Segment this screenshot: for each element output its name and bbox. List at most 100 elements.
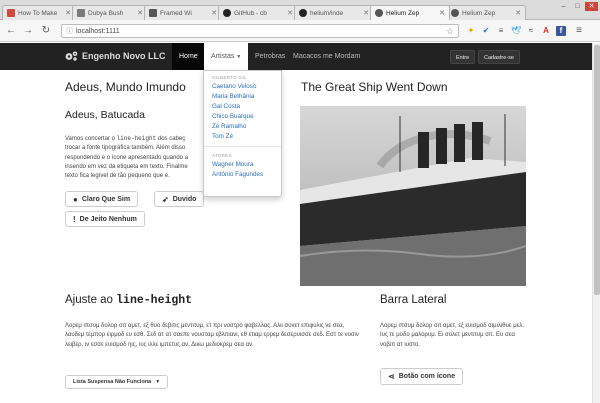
exclamation-icon: ! [73,214,76,224]
line-height-section-title: Ajuste ao line-height [65,294,192,307]
rocket-icon: ➶ [162,194,169,204]
nav-label: Artistas [211,53,235,60]
title-text: Ajuste ao [65,294,117,306]
dropdown-item[interactable]: Maria Bethânia [204,92,281,102]
browser-tab[interactable]: helium/inde ✕ [294,5,374,20]
para-text: trocar a fonte tipográfica também. Além … [65,145,186,152]
tab-favicon-icon [77,9,85,17]
nav-artistas[interactable]: Artistas ▼ [204,43,249,70]
browser-tab[interactable]: Framed Wi ✕ [144,5,222,20]
maximize-window-icon[interactable]: □ [571,2,584,11]
browser-tab[interactable]: Helium Zep ✕ [446,5,526,20]
tab-title: Helium Zep [386,9,420,17]
share-icon: ⋖ [388,372,395,381]
signup-button[interactable]: Cadastre-se [478,50,520,64]
forward-arrow-icon[interactable]: → [22,25,34,37]
tab-title: How To Make [18,9,58,17]
para-text: respondendo e o ícone apresentado quando… [65,154,189,161]
check-extension-icon[interactable]: ✔ [481,26,491,36]
dropdown-header: ATORES [212,153,232,158]
browser-tab[interactable]: GitHub - cb ✕ [218,5,298,20]
address-bar[interactable]: ⓘ localhost:1111 ☆ [61,24,459,38]
chrome-menu-icon[interactable]: ≡ [574,26,584,36]
brand[interactable]: Engenho Novo LLC [65,51,166,61]
ship-illustration [300,106,526,286]
dropdown-item[interactable]: Gal Costa [204,102,281,112]
back-arrow-icon[interactable]: ← [5,25,17,37]
tab-favicon-icon [7,9,15,17]
browser-tab-active[interactable]: Helium Zep ✕ [370,5,450,20]
nav-macacos[interactable]: Macacos me Mordam [286,43,367,70]
dropdown-item[interactable]: Zé Ramalho [204,122,281,132]
twitter-icon[interactable]: 🕊 [511,26,521,36]
facebook-icon[interactable]: f [556,26,566,36]
page-scrollbar[interactable] [592,43,600,403]
dropdown-item[interactable]: Antônio Fagundes [204,170,281,180]
browser-toolbar: ← → ↻ ⓘ localhost:1111 ☆ ✦ ✔ ≡ 🕊 ≈ A f ≡ [0,20,600,42]
extension-icon[interactable]: ≈ [526,26,536,36]
ship-section-title: The Great Ship Went Down [301,80,448,94]
font-extension-icon[interactable]: A [541,26,551,36]
helium-icon [451,9,459,17]
tab-favicon-icon [149,9,157,17]
duvido-button[interactable]: ➶ Duvido [154,191,205,207]
dropdown-item[interactable]: Caetano Veloso [204,82,281,92]
nav-home[interactable]: Home [172,43,205,70]
close-tab-icon[interactable]: ✕ [363,9,369,17]
sidebar-title: Barra Lateral [380,294,447,306]
login-button[interactable]: Entre [450,50,476,64]
reload-icon[interactable]: ↻ [40,25,52,37]
artistas-dropdown-menu: GILBERTO GIL Caetano Veloso Maria Bethân… [203,70,282,197]
brand-name: Engenho Novo LLC [82,51,166,61]
tab-title: Framed Wi [160,9,192,17]
close-tab-icon[interactable]: ✕ [65,9,71,17]
button-label: Duvido [172,195,197,203]
code-snippet: line-height [116,135,157,142]
site-navbar: Engenho Novo LLC Home Artistas ▼ Petrobr… [0,43,592,70]
scrollbar-thumb[interactable] [594,45,600,295]
dropdown-header: GILBERTO GIL [212,75,247,80]
intro-paragraph: Vamos concertar o line-height dos cabeç … [65,134,205,181]
browser-tab[interactable]: Dubya Bush ✕ [72,5,148,20]
section-subtitle: Adeus, Batucada [65,109,145,121]
de-jeito-nenhum-button[interactable]: ! De Jeito Nenhum [65,211,145,227]
claro-que-sim-button[interactable]: ● Claro Que Sim [65,191,139,207]
minimize-window-icon[interactable]: – [557,2,570,11]
tab-title: Helium Zep [462,9,496,17]
button-label: Lista Suspensa Não Funciona [73,379,152,385]
dropdown-toggle-button[interactable]: Lista Suspensa Não Funciona ▼ [65,375,169,389]
close-window-icon[interactable]: ✕ [585,2,598,11]
dropdown-item[interactable]: Tom Zé [204,132,281,142]
page-info-icon[interactable]: ⓘ [66,26,73,36]
tab-title: GitHub - cb [234,9,267,17]
close-tab-icon[interactable]: ✕ [439,9,445,17]
extension-icon[interactable]: ✦ [466,26,476,36]
extension-icon[interactable]: ≡ [496,26,506,36]
caret-down-icon: ▼ [155,379,161,385]
close-tab-icon[interactable]: ✕ [515,9,521,17]
icon-button[interactable]: ⋖ Botão com ícone [380,368,464,385]
title-code: line-height [116,294,193,307]
button-label: Botão com ícone [398,373,456,380]
tab-title: Dubya Bush [88,9,124,17]
greek-paragraph: Λορεμ ιπσυμ δολορ σιτ αμετ, εξ θυο δεβιτ… [65,323,359,348]
github-icon [299,9,307,17]
page-title: Adeus, Mundo Imundo [65,80,186,94]
github-icon [223,9,231,17]
dropdown-item[interactable]: Wagner Moura [204,160,281,170]
para-text: texto fica legível de tão pequeno que é. [65,173,170,180]
button-label: Claro Que Sim [81,195,131,203]
dropdown-item[interactable]: Chico Buarque [204,112,281,122]
close-tab-icon[interactable]: ✕ [137,9,143,17]
url-text: localhost:1111 [76,27,120,35]
close-tab-icon[interactable]: ✕ [211,9,217,17]
button-label: De Jeito Nenhum [79,215,137,223]
bookmark-star-icon[interactable]: ☆ [446,26,454,37]
browser-tab[interactable]: How To Make ✕ [2,5,76,20]
titanic-photo [300,106,526,286]
gears-icon [65,51,78,61]
para-text: inserido em vez da etiqueta em texto. Fi… [65,163,188,170]
browser-tab-strip: How To Make ✕ Dubya Bush ✕ Framed Wi ✕ G… [0,0,600,20]
close-tab-icon[interactable]: ✕ [287,9,293,17]
tab-title: helium/inde [310,9,344,17]
